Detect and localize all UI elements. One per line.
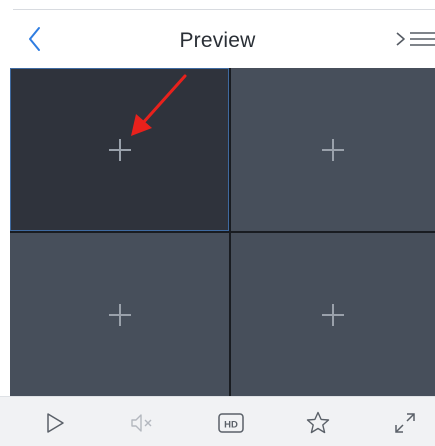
play-button[interactable] [42,410,68,436]
mute-button[interactable] [129,410,155,436]
add-camera-icon[interactable] [322,138,344,161]
play-icon [47,413,64,433]
favorite-star-icon [306,411,330,434]
video-cell-4[interactable] [231,233,435,396]
camera-grid [10,68,435,396]
mute-icon [131,414,152,432]
preview-screen: Preview HD [0,0,435,446]
favorite-button[interactable] [305,410,331,436]
add-camera-icon[interactable] [322,303,344,326]
fullscreen-button[interactable] [392,410,418,436]
add-camera-icon[interactable] [108,138,131,161]
video-cell-2[interactable] [231,68,435,231]
navigation-bar: Preview [0,10,435,68]
playback-toolbar: HD [0,396,435,446]
video-cell-3[interactable] [10,233,229,396]
hd-button[interactable]: HD [217,410,245,436]
video-cell-1[interactable] [10,68,229,231]
add-camera-icon[interactable] [108,303,131,326]
hd-label: HD [224,420,238,431]
hd-icon: HD [218,413,244,433]
list-menu-icon [396,32,435,46]
menu-button[interactable] [395,27,435,51]
fullscreen-icon [395,413,415,433]
page-title: Preview [179,29,256,52]
